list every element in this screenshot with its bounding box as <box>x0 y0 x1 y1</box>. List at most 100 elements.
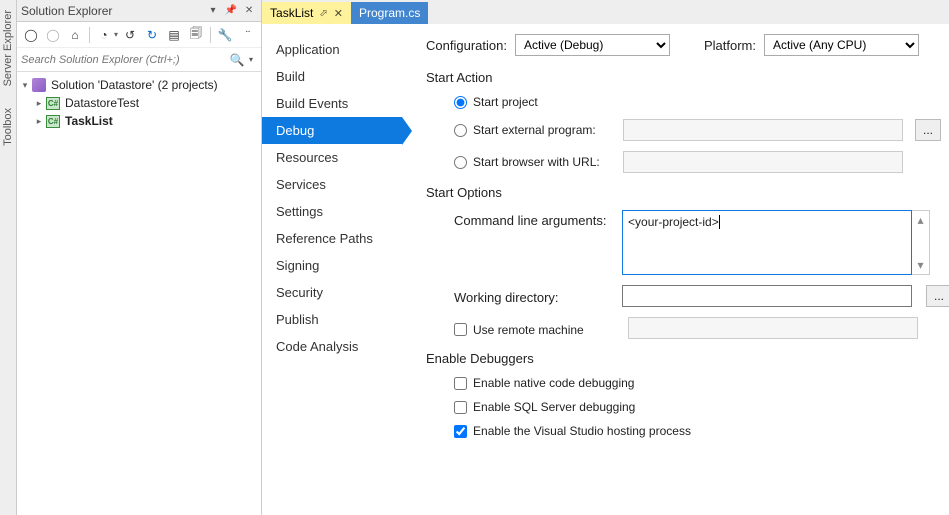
csharp-project-icon: C# <box>45 113 61 129</box>
platform-select[interactable]: Active (Any CPU) <box>764 34 919 56</box>
workdir-field[interactable] <box>622 285 912 307</box>
checkbox-label: Use remote machine <box>473 323 584 337</box>
search-input[interactable] <box>21 54 229 66</box>
separator <box>210 27 211 43</box>
browse-button[interactable]: ... <box>915 119 941 141</box>
nav-security[interactable]: Security <box>262 279 402 306</box>
nav-application[interactable]: Application <box>262 36 402 63</box>
dropdown-icon[interactable]: ▾ <box>205 3 221 19</box>
cmdline-textarea[interactable]: <your-project-id> <box>622 210 912 275</box>
scrollbar[interactable]: ▴▾ <box>912 210 930 275</box>
browse-button[interactable]: ... <box>926 285 949 307</box>
project-label: DatastoreTest <box>65 96 139 110</box>
tab-label: Program.cs <box>359 6 420 20</box>
scroll-up-icon[interactable]: ▴ <box>918 213 924 227</box>
enable-debuggers-group: Enable native code debugging Enable SQL … <box>454 376 949 438</box>
scroll-down-icon[interactable]: ▾ <box>918 258 924 272</box>
checkbox-label: Enable the Visual Studio hosting process <box>473 424 691 438</box>
nav-signing[interactable]: Signing <box>262 252 402 279</box>
back-icon[interactable]: ◯ <box>21 25 41 45</box>
checkbox-input[interactable] <box>454 401 467 414</box>
remote-machine-field <box>628 317 918 339</box>
pin-icon[interactable]: 📌 <box>223 3 239 19</box>
expand-icon[interactable] <box>33 116 45 127</box>
start-action-group: Start project Start external program: ..… <box>454 95 949 173</box>
nav-build[interactable]: Build <box>262 63 402 90</box>
checkbox-label: Enable SQL Server debugging <box>473 400 635 414</box>
refresh-icon[interactable]: ↻ <box>142 25 162 45</box>
main-area: TaskList ⬀ ✕ Program.cs Application Buil… <box>262 0 949 515</box>
checkbox-input[interactable] <box>454 377 467 390</box>
start-action-title: Start Action <box>426 70 949 85</box>
collapse-icon[interactable]: ▤ <box>164 25 184 45</box>
server-explorer-tab[interactable]: Server Explorer <box>0 4 16 92</box>
project-label: TaskList <box>65 114 113 128</box>
chevron-down-icon[interactable]: ▾ <box>245 55 257 64</box>
start-browser-radio[interactable]: Start browser with URL: <box>454 151 949 173</box>
scope-icon[interactable]: ◔ <box>94 25 114 45</box>
toolbox-tab[interactable]: Toolbox <box>0 102 16 152</box>
configuration-select[interactable]: Active (Debug) <box>515 34 670 56</box>
csharp-project-icon: C# <box>45 95 61 111</box>
checkbox-input[interactable] <box>454 425 467 438</box>
start-external-radio[interactable]: Start external program: ... <box>454 119 949 141</box>
start-options-group: Command line arguments: <your-project-id… <box>454 210 949 339</box>
radio-input[interactable] <box>454 156 467 169</box>
solution-search: 🔍 ▾ <box>17 48 261 72</box>
solution-explorer-panel: Solution Explorer ▾ 📌 ✕ ◯ ◯ ⌂ ◔▾ ↺ ↻ ▤ 🗐… <box>17 0 262 515</box>
search-icon[interactable]: 🔍 <box>229 53 245 67</box>
nav-code-analysis[interactable]: Code Analysis <box>262 333 402 360</box>
nav-resources[interactable]: Resources <box>262 144 402 171</box>
platform-label: Platform: <box>704 38 756 53</box>
cmdline-row: Command line arguments: <your-project-id… <box>454 210 949 275</box>
chevron-down-icon[interactable]: ▾ <box>114 30 118 39</box>
solution-node[interactable]: Solution 'Datastore' (2 projects) <box>19 76 259 94</box>
native-debug-check[interactable]: Enable native code debugging <box>454 376 949 390</box>
remote-check[interactable]: Use remote machine <box>454 320 584 337</box>
debug-settings: Configuration: Active (Debug) Platform: … <box>402 24 949 515</box>
settings-content: Application Build Build Events Debug Res… <box>262 24 949 515</box>
nav-publish[interactable]: Publish <box>262 306 402 333</box>
checkbox-input[interactable] <box>454 323 467 336</box>
nav-reference-paths[interactable]: Reference Paths <box>262 225 402 252</box>
solution-icon <box>31 77 47 93</box>
configuration-label: Configuration: <box>426 38 507 53</box>
nav-services[interactable]: Services <box>262 171 402 198</box>
home-icon[interactable]: ⌂ <box>65 25 85 45</box>
radio-input[interactable] <box>454 124 467 137</box>
close-icon[interactable]: ✕ <box>334 7 343 20</box>
remote-row: Use remote machine <box>454 317 949 339</box>
project-node[interactable]: C# TaskList <box>19 112 259 130</box>
browser-url-field[interactable] <box>623 151 903 173</box>
pin-icon[interactable]: ⬀ <box>319 8 327 19</box>
nav-settings[interactable]: Settings <box>262 198 402 225</box>
workdir-label: Working directory: <box>454 287 614 305</box>
settings-nav: Application Build Build Events Debug Res… <box>262 24 402 515</box>
enable-debuggers-title: Enable Debuggers <box>426 351 949 366</box>
showall-icon[interactable]: 🗐 <box>186 25 206 45</box>
tab-program-cs[interactable]: Program.cs <box>351 2 428 24</box>
forward-icon[interactable]: ◯ <box>43 25 63 45</box>
expand-icon[interactable] <box>33 98 45 109</box>
sync-icon[interactable]: ↺ <box>120 25 140 45</box>
expand-icon[interactable] <box>19 80 31 91</box>
config-row: Configuration: Active (Debug) Platform: … <box>426 34 949 56</box>
tab-label: TaskList <box>270 6 313 20</box>
separator <box>89 27 90 43</box>
start-options-title: Start Options <box>426 185 949 200</box>
nav-debug[interactable]: Debug <box>262 117 402 144</box>
overflow-icon[interactable]: ¨ <box>237 25 257 45</box>
hosting-process-check[interactable]: Enable the Visual Studio hosting process <box>454 424 949 438</box>
side-toolstrip: Server Explorer Toolbox <box>0 0 17 515</box>
sql-debug-check[interactable]: Enable SQL Server debugging <box>454 400 949 414</box>
solution-explorer-titlebar: Solution Explorer ▾ 📌 ✕ <box>17 0 261 22</box>
close-icon[interactable]: ✕ <box>241 3 257 19</box>
tab-tasklist[interactable]: TaskList ⬀ ✕ <box>262 2 351 24</box>
radio-label: Start external program: <box>473 123 613 137</box>
properties-icon[interactable]: 🔧 <box>215 25 235 45</box>
external-program-field[interactable] <box>623 119 903 141</box>
project-node[interactable]: C# DatastoreTest <box>19 94 259 112</box>
nav-build-events[interactable]: Build Events <box>262 90 402 117</box>
start-project-radio[interactable]: Start project <box>454 95 949 109</box>
radio-input[interactable] <box>454 96 467 109</box>
